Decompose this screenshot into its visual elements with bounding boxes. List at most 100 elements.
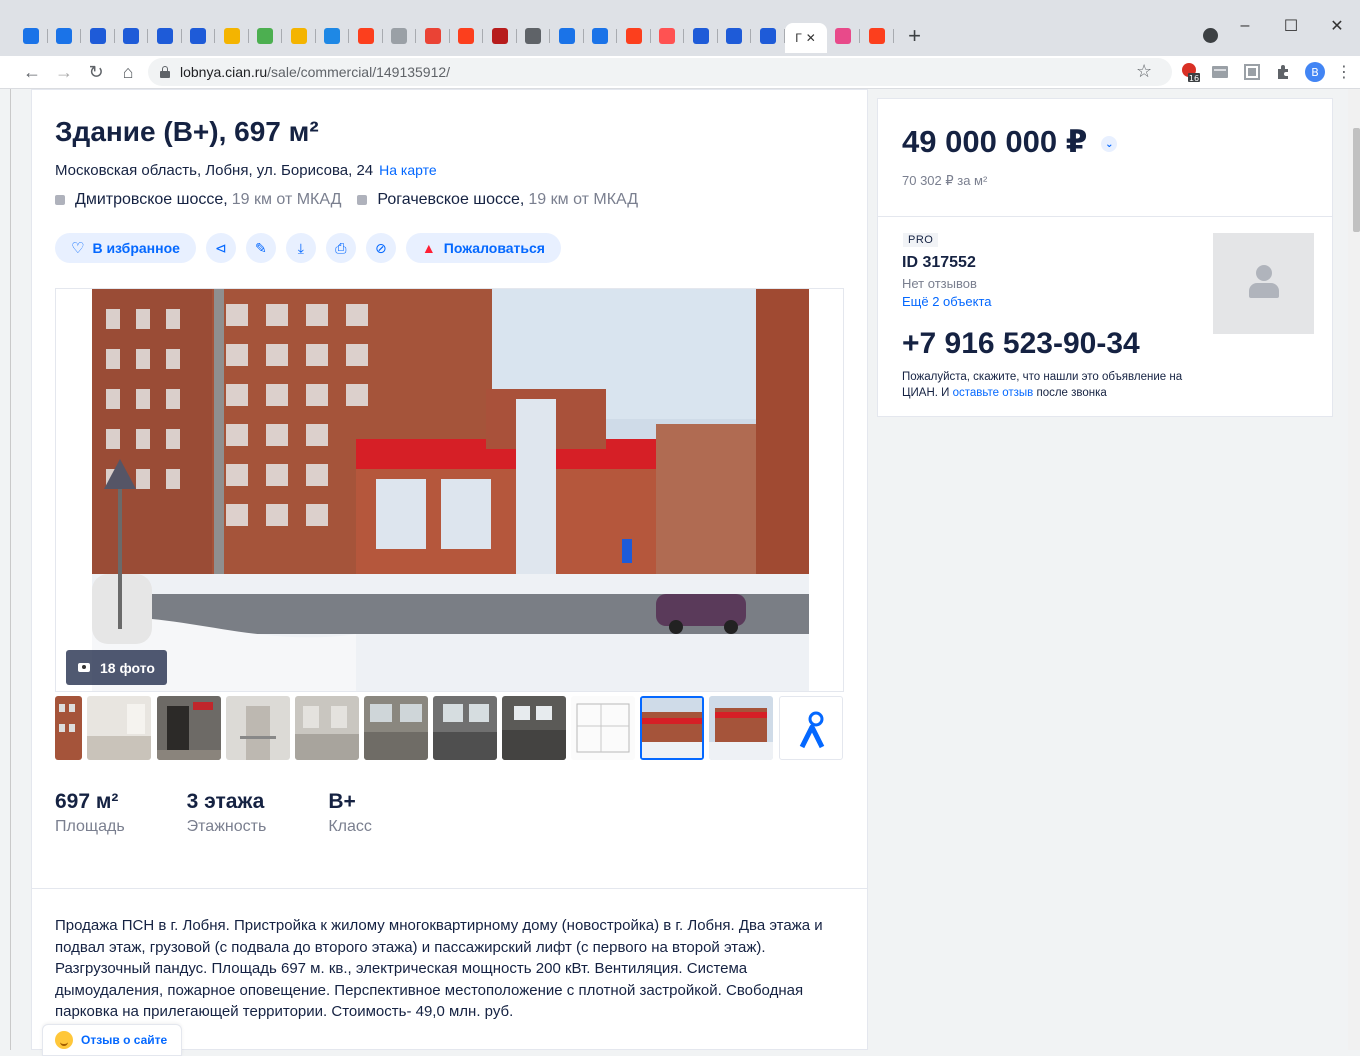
browser-tab[interactable] <box>14 23 48 49</box>
user-placeholder-icon <box>1256 265 1272 281</box>
thumbnail[interactable] <box>55 696 82 760</box>
browser-tab[interactable] <box>827 23 861 49</box>
thumbnail[interactable] <box>87 696 151 760</box>
map-pin-icon <box>799 711 825 749</box>
browser-tab[interactable] <box>349 23 383 49</box>
back-icon[interactable]: ← <box>20 60 44 84</box>
more-objects-link[interactable]: Ещё 2 объекта <box>902 294 992 309</box>
browser-tab[interactable] <box>215 23 249 49</box>
browser-tab[interactable] <box>751 23 785 49</box>
agent-id[interactable]: ID 317552 <box>902 254 976 272</box>
home-icon[interactable]: ⌂ <box>116 60 140 84</box>
tab-favicon-icon <box>525 28 542 44</box>
favorite-button[interactable]: ♡ В избранное <box>55 233 196 263</box>
browser-tab[interactable] <box>617 23 651 49</box>
print-button[interactable]: ⎙ <box>325 233 356 263</box>
share-button[interactable]: ⊲ <box>205 233 236 263</box>
browser-toolbar: ← → ↻ ⌂ lobnya.cian.ru/sale/commercial/1… <box>0 56 1360 89</box>
leave-review-link[interactable]: оставьте отзыв <box>953 387 1034 399</box>
param-label: Площадь <box>55 818 125 835</box>
photo-count-text: 18 фото <box>100 659 155 676</box>
browser-tab[interactable] <box>718 23 752 49</box>
tab-favicon-icon <box>458 28 475 44</box>
new-tab-button[interactable]: + <box>900 23 930 49</box>
browser-tab[interactable] <box>550 23 584 49</box>
close-window-icon[interactable]: ✕ <box>1314 12 1360 40</box>
tab-favicon-icon <box>223 28 240 44</box>
complain-button[interactable]: ▲ Пожаловаться <box>405 233 561 263</box>
tab-favicon-icon <box>692 28 709 44</box>
page-scrollbar[interactable] <box>1348 89 1360 1050</box>
page-left-border <box>10 89 11 1050</box>
hide-eye-icon: ⊘ <box>375 239 387 256</box>
thumbnail[interactable] <box>502 696 566 760</box>
tab-active[interactable]: Г ✕ <box>784 23 827 53</box>
browser-tab[interactable] <box>416 23 450 49</box>
browser-tab[interactable] <box>316 23 350 49</box>
thumbnail[interactable] <box>709 696 773 760</box>
download-icon: ⤓ <box>297 239 304 256</box>
map-link[interactable]: На карте <box>379 162 437 178</box>
tab-favicon-icon <box>659 28 676 44</box>
thumbnail[interactable] <box>433 696 497 760</box>
tab-close-icon[interactable]: ✕ <box>806 31 816 45</box>
maximize-icon[interactable]: ☐ <box>1268 12 1314 40</box>
download-button[interactable]: ⤓ <box>285 233 316 263</box>
tab-favicon-icon <box>22 28 39 44</box>
avatar[interactable] <box>1213 233 1314 334</box>
tab-favicon-icon <box>123 28 140 44</box>
thumbnail[interactable] <box>571 696 635 760</box>
price-per-meter: 70 302 ₽ за м² <box>902 173 988 188</box>
reload-icon[interactable]: ↻ <box>84 60 108 84</box>
browser-tab[interactable] <box>517 23 551 49</box>
photo-count-badge[interactable]: 18 фото <box>66 650 167 685</box>
thumbnail-selected[interactable] <box>640 696 704 760</box>
profile-menu-icon[interactable] <box>1203 28 1218 43</box>
extension-grey-icon[interactable] <box>1210 62 1230 82</box>
param-class: B+ Класс <box>328 790 372 836</box>
call-note: Пожалуйста, скажите, что нашли это объяв… <box>902 369 1202 401</box>
thumbnail[interactable] <box>364 696 428 760</box>
browser-tab[interactable] <box>148 23 182 49</box>
browser-tab[interactable] <box>584 23 618 49</box>
scrollbar-thumb[interactable] <box>1353 128 1360 232</box>
browser-tab[interactable] <box>651 23 685 49</box>
thumbnail[interactable] <box>226 696 290 760</box>
browser-tab[interactable] <box>182 23 216 49</box>
hide-button[interactable]: ⊘ <box>365 233 396 263</box>
photo-gallery[interactable] <box>55 288 844 692</box>
browser-tab[interactable] <box>115 23 149 49</box>
extensions-puzzle-icon[interactable] <box>1273 62 1293 82</box>
browser-tab[interactable] <box>383 23 417 49</box>
tab-favicon-icon <box>592 28 609 44</box>
browser-tab[interactable] <box>249 23 283 49</box>
lock-icon <box>160 66 170 78</box>
browser-tab[interactable] <box>860 23 894 49</box>
phone-number[interactable]: +7 916 523-90-34 <box>902 327 1140 361</box>
minimize-icon[interactable]: – <box>1222 12 1268 40</box>
site-feedback-button[interactable]: Отзыв о сайте <box>42 1024 183 1056</box>
address-bar[interactable]: lobnya.cian.ru/sale/commercial/149135912… <box>148 58 1172 86</box>
browser-menu-icon[interactable]: ⋮ <box>1336 62 1352 82</box>
browser-tab[interactable] <box>684 23 718 49</box>
note-button[interactable]: ✎ <box>245 233 276 263</box>
browser-tab[interactable] <box>282 23 316 49</box>
call-note-text-end: после звонка <box>1033 387 1107 399</box>
map-thumbnail[interactable] <box>779 696 843 760</box>
extension-photo-icon[interactable] <box>1242 62 1262 82</box>
browser-tab[interactable] <box>48 23 82 49</box>
thumbnail[interactable] <box>295 696 359 760</box>
extension-adblock-icon[interactable]: 16 <box>1180 62 1200 82</box>
heart-icon: ♡ <box>71 240 85 257</box>
address-text: Московская область, Лобня, ул. Борисова,… <box>55 162 374 179</box>
thumbnail[interactable] <box>157 696 221 760</box>
chevron-down-icon[interactable]: ⌄ <box>1101 136 1118 152</box>
browser-tab[interactable] <box>483 23 517 49</box>
profile-letter: B <box>1311 66 1319 79</box>
bookmark-star-icon[interactable]: ☆ <box>1136 61 1152 82</box>
browser-tab[interactable] <box>81 23 115 49</box>
browser-tab[interactable] <box>450 23 484 49</box>
forward-icon[interactable]: → <box>52 60 76 84</box>
profile-avatar-icon[interactable]: B <box>1305 62 1325 82</box>
url-path: /sale/commercial/149135912/ <box>267 64 451 80</box>
